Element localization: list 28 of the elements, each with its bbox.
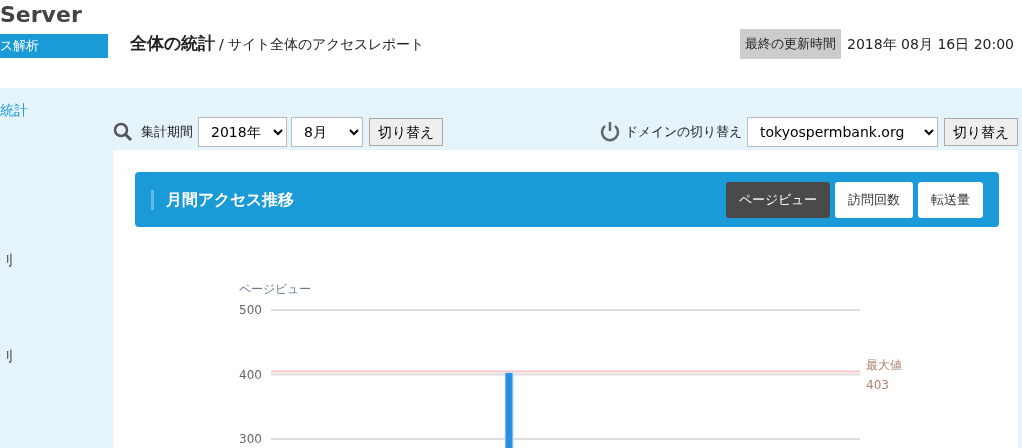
chart-tab[interactable]: 訪問回数 [835, 181, 913, 218]
updated-label: 最終の更新時間 [740, 29, 842, 59]
axis-title: ページビュー [239, 282, 311, 296]
search-icon [113, 122, 133, 142]
axis-tick-label: 300 [239, 432, 262, 446]
month-select[interactable]: 8月 [291, 117, 363, 147]
logo-text: Server [0, 1, 83, 26]
panel-title: 月間アクセス推移 [151, 189, 294, 210]
axis-tick-label: 400 [239, 367, 262, 382]
sidebar-item[interactable]: 刂 [0, 250, 108, 346]
page-title: 全体の統計 [130, 32, 215, 56]
period-label: 集計期間 [141, 123, 193, 142]
switch-button[interactable]: 切り替え [369, 118, 443, 146]
section-label: ス解析 [0, 34, 108, 58]
domain-select[interactable]: tokyospermbank.org [747, 117, 938, 147]
year-select[interactable]: 2018年 [198, 117, 287, 147]
max-label: 最大値 [866, 357, 902, 372]
max-value: 403 [866, 377, 889, 392]
domain-label: ドメインの切り替え [625, 123, 742, 142]
chart-tab[interactable]: ページビュー [726, 181, 830, 218]
switch-button[interactable]: 切り替え [944, 118, 1018, 146]
updated-time: 2018年 08月 16日 20:00 [847, 34, 1014, 54]
page-subtitle: サイト全体のアクセスレポート [227, 34, 424, 54]
title-separator: / [219, 34, 224, 54]
power-icon [599, 121, 621, 143]
sidebar-item[interactable]: 刂 [0, 346, 108, 442]
chart-tab[interactable]: 転送量 [918, 181, 983, 218]
axis-tick-label: 500 [239, 303, 262, 317]
